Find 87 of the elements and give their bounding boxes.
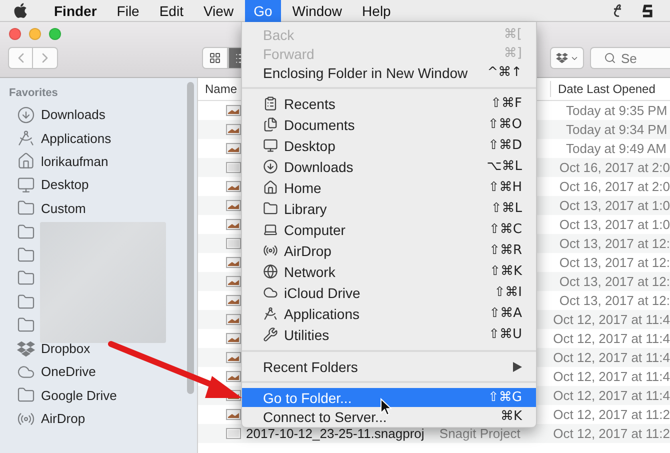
file-name[interactable]: 2017-10-12_23-25-11.snagproj xyxy=(246,426,424,441)
date-cell-text: Today at 9:49 AM xyxy=(565,141,666,156)
download-icon xyxy=(17,106,35,124)
menu-item[interactable]: Utilities ⇧⌘U xyxy=(242,324,536,345)
home-icon xyxy=(17,152,35,170)
cloud-icon xyxy=(263,285,280,300)
folder-icon xyxy=(17,316,35,334)
sidebar-item[interactable]: Downloads xyxy=(41,107,106,122)
date-cell-text: Oct 13, 2017 at 12: xyxy=(558,293,670,308)
menu-bar-item[interactable]: Window xyxy=(283,0,352,22)
menu-bar-item[interactable]: Go xyxy=(244,0,282,22)
dropbox-icon xyxy=(556,52,568,64)
date-cell-text: Oct 13, 2017 at 1:0 xyxy=(558,217,670,232)
sidebar-item[interactable]: OneDrive xyxy=(41,364,96,380)
back-button[interactable] xyxy=(8,47,33,69)
sidebar-item[interactable]: AirDrop xyxy=(41,411,86,426)
sidebar-item[interactable]: Google Drive xyxy=(41,388,117,403)
menu-bar-item[interactable]: Help xyxy=(353,0,400,22)
folder-icon xyxy=(17,199,35,218)
menu-item[interactable]: Go to Folder... ⇧⌘G xyxy=(242,388,536,407)
sidebar-item[interactable]: Desktop xyxy=(41,177,89,192)
date-cell-text: Oct 13, 2017 at 12: xyxy=(558,274,670,289)
radio-waves-icon xyxy=(263,243,280,258)
date-cell-text: Oct 12, 2017 at 11:4 xyxy=(552,331,670,346)
date-cell-text: Oct 12, 2017 at 11:4 xyxy=(552,350,670,365)
menu-item[interactable]: iCloud Drive ⇧⌘I xyxy=(242,282,536,303)
dropbox-icon xyxy=(17,340,35,358)
monitor-icon xyxy=(17,176,35,194)
scrollbar-thumb[interactable] xyxy=(187,82,194,394)
menu-item[interactable]: Home ⇧⌘H xyxy=(242,177,536,198)
date-cell-text: Oct 12, 2017 at 11:2 xyxy=(552,426,670,441)
sidebar-section-title: Favorites xyxy=(8,86,59,101)
folder-icon xyxy=(17,269,35,288)
folder-icon xyxy=(17,222,35,241)
date-cell-text: Today at 9:35 PM xyxy=(565,103,668,118)
menu-item[interactable]: Documents ⇧⌘O xyxy=(242,114,536,135)
sidebar-item[interactable]: Dropbox xyxy=(41,341,90,356)
date-cell-text: Oct 16, 2017 at 2:0 xyxy=(558,179,670,194)
minimize-button[interactable] xyxy=(29,28,41,40)
apple-logo-icon[interactable] xyxy=(12,2,29,19)
sidebar-item[interactable]: lorikaufman xyxy=(41,154,108,169)
globe-icon xyxy=(263,264,280,279)
date-cell-text: Oct 16, 2017 at 2:0 xyxy=(558,160,670,175)
file-kind: Snagit Project xyxy=(439,426,520,441)
menu-item[interactable]: Downloads ⌥⌘L xyxy=(242,156,536,177)
date-cell-text: Oct 12, 2017 at 11:4 xyxy=(552,369,670,384)
laptop-icon xyxy=(263,222,280,237)
wrench-icon xyxy=(263,327,280,342)
folder-icon xyxy=(17,292,35,311)
date-cell-text: Today at 9:34 PM xyxy=(565,122,668,137)
date-cell-text: Oct 12, 2017 at 11:4 xyxy=(552,312,670,327)
sidebar-item[interactable]: Applications xyxy=(41,130,112,146)
date-cell-text: Oct 13, 2017 at 12: xyxy=(558,236,670,251)
monitor-icon xyxy=(263,138,280,153)
column-header[interactable]: Date Last Opened xyxy=(551,82,656,96)
folder-icon xyxy=(263,201,280,216)
menu-item[interactable]: Connect to Server... ⌘K xyxy=(242,407,536,426)
menu-item[interactable]: Applications ⇧⌘A xyxy=(242,303,536,324)
menu-item[interactable]: Network ⇧⌘K xyxy=(242,261,536,282)
download-icon xyxy=(263,159,280,174)
date-cell-text: Oct 13, 2017 at 1:0 xyxy=(558,198,670,213)
folder-icon xyxy=(17,386,35,404)
search-field[interactable]: Se xyxy=(590,47,670,69)
close-button[interactable] xyxy=(9,28,21,40)
menu-bar-item[interactable]: File xyxy=(108,0,148,22)
menu-item[interactable]: Enclosing Folder in New Window ^⌘↑ xyxy=(242,63,536,82)
menu-item[interactable]: Desktop ⇧⌘D xyxy=(242,135,536,156)
menu-item[interactable]: Library ⇧⌘L xyxy=(242,198,536,219)
compass-icon xyxy=(17,129,35,148)
forward-button[interactable] xyxy=(33,47,58,69)
menu-item[interactable]: AirDrop ⇧⌘R xyxy=(242,240,536,261)
date-cell-text: Oct 12, 2017 at 11:4 xyxy=(552,388,670,403)
date-cell-text: Oct 13, 2017 at 12: xyxy=(558,255,670,270)
grid-icon xyxy=(209,52,221,64)
date-cell-text: Oct 12, 2017 at 11:2 xyxy=(552,407,670,422)
menu-bar-item[interactable]: Finder xyxy=(45,0,106,22)
menu-bar-item[interactable]: Edit xyxy=(150,0,192,22)
zoom-button[interactable] xyxy=(49,28,61,40)
folder-icon xyxy=(17,246,35,264)
menu-bar-item[interactable]: View xyxy=(194,0,243,22)
menu-item[interactable]: Recents ⇧⌘F xyxy=(242,93,536,114)
menu-item[interactable]: Computer ⇧⌘C xyxy=(242,219,536,240)
dropbox-menu-button[interactable] xyxy=(550,47,584,69)
menu-item[interactable]: Recent Folders xyxy=(242,357,536,376)
icon-view-button[interactable] xyxy=(202,47,228,69)
sidebar-item[interactable]: Custom xyxy=(41,200,86,216)
search-icon xyxy=(604,52,616,64)
